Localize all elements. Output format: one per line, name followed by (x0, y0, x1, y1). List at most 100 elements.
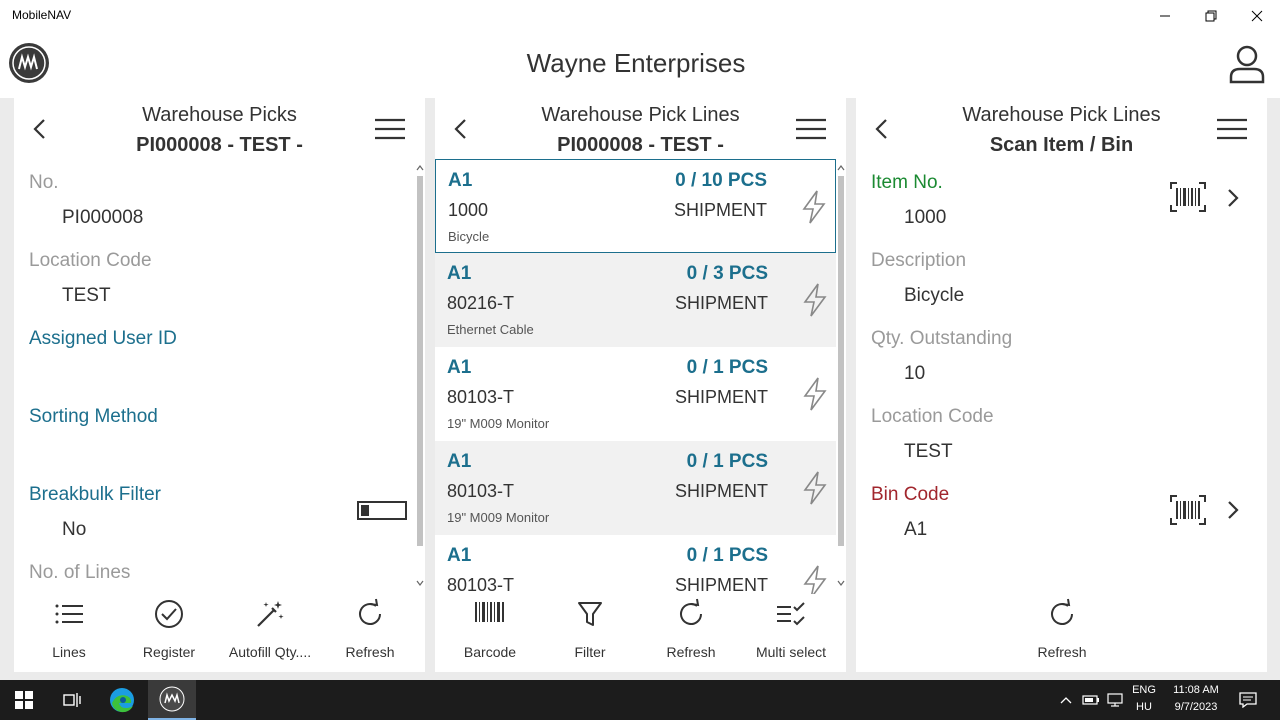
panel-subtitle: PI000008 - TEST - (136, 134, 303, 156)
breakbulk-toggle[interactable] (357, 501, 407, 520)
item-chevron-right-icon[interactable] (1226, 188, 1240, 208)
right-refresh-button[interactable]: Refresh (1012, 594, 1112, 672)
filter-button-label: Filter (574, 644, 606, 660)
scroll-down-icon[interactable] (837, 578, 845, 588)
left-refresh-button[interactable]: Refresh (320, 594, 420, 672)
bin-code-value[interactable]: A1 (904, 519, 927, 541)
item-no-value[interactable]: 1000 (904, 207, 946, 229)
qty-outstanding-value: 10 (904, 363, 926, 384)
scroll-down-icon[interactable] (416, 578, 424, 588)
pick-line-row[interactable]: A1 0 / 1 PCS 80103-T SHIPMENT 19" M009 M… (435, 441, 836, 535)
register-button[interactable]: Register (119, 594, 219, 672)
location-code-label: Location Code (871, 406, 994, 427)
panel-title: Warehouse Pick Lines (541, 104, 740, 126)
close-icon (1251, 10, 1263, 22)
line-item-no: 80103-T (447, 387, 515, 407)
line-bin: A1 (448, 170, 473, 191)
assigned-user-id-field[interactable]: Assigned User ID (29, 328, 177, 350)
line-type: SHIPMENT (673, 200, 767, 220)
windows-logo-icon (15, 691, 33, 709)
breakbulk-filter-label: Breakbulk Filter (29, 484, 161, 505)
user-account-icon[interactable] (1228, 44, 1266, 84)
language-indicator[interactable]: ENG HU (1128, 684, 1160, 713)
mobilenav-taskbar-button[interactable] (148, 680, 196, 720)
scan-barcode-icon[interactable] (1170, 182, 1206, 212)
description-value: Bicycle (904, 285, 965, 306)
panel-title: Warehouse Pick Lines (962, 104, 1161, 126)
register-button-label: Register (142, 644, 196, 660)
task-view-icon (63, 693, 81, 707)
lightning-icon[interactable] (801, 190, 827, 224)
restore-button[interactable] (1188, 0, 1234, 32)
location-code-label: Location Code (29, 250, 152, 271)
panel-title: Warehouse Picks (142, 104, 297, 126)
battery-tray-icon-button[interactable] (1080, 680, 1102, 720)
notification-center-button[interactable] (1234, 680, 1262, 720)
autofill-qty-button-label: Autofill Qty.... (228, 644, 312, 660)
middle-refresh-button[interactable]: Refresh (641, 594, 741, 672)
sorting-method-field[interactable]: Sorting Method (29, 406, 158, 428)
left-toolbar: Lines Register Autofill Qty.... Refresh (14, 594, 425, 672)
panel-header: Warehouse Pick Lines Scan Item / Bin (856, 98, 1267, 158)
hamburger-menu-icon[interactable] (375, 118, 405, 140)
bin-chevron-right-icon[interactable] (1226, 500, 1240, 520)
pick-lines-list: A1 0 / 10 PCS 1000 SHIPMENT Bicycle A1 0… (435, 159, 836, 594)
window-titlebar: MobileNAV (0, 0, 1280, 32)
line-description: Bicycle (448, 229, 490, 244)
barcode-button[interactable]: Barcode (440, 594, 540, 672)
line-qty: 0 / 1 PCS (686, 545, 768, 566)
lightning-icon[interactable] (802, 283, 828, 317)
middle-toolbar: Barcode Filter Refresh Multi select (435, 594, 846, 672)
lightning-icon[interactable] (802, 565, 828, 594)
lightning-icon[interactable] (802, 377, 828, 411)
clock[interactable]: 11:08 AM 9/7/2023 (1164, 684, 1228, 713)
multi-select-button[interactable]: Multi select (741, 594, 841, 672)
scan-item-bin-panel: Warehouse Pick Lines Scan Item / Bin Ite… (856, 98, 1267, 672)
scroll-thumb[interactable] (417, 176, 423, 546)
edge-browser-button[interactable] (100, 680, 144, 720)
refresh-icon (680, 598, 702, 625)
lines-button[interactable]: Lines (19, 594, 119, 672)
location-code-value: TEST (62, 285, 111, 306)
pick-line-row[interactable]: A1 0 / 3 PCS 80216-T SHIPMENT Ethernet C… (435, 253, 836, 347)
line-type: SHIPMENT (674, 481, 768, 501)
pick-line-row[interactable]: A1 0 / 1 PCS 80103-T SHIPMENT 19" M009 M… (435, 347, 836, 441)
scroll-thumb[interactable] (838, 176, 844, 546)
back-chevron-icon[interactable] (451, 118, 471, 140)
check-circle-icon (155, 600, 183, 628)
scroll-up-icon[interactable] (416, 162, 424, 172)
middle-refresh-label: Refresh (666, 644, 716, 660)
description-label: Description (871, 250, 967, 271)
scan-barcode-icon[interactable] (1170, 495, 1206, 525)
tray-overflow-button[interactable] (1056, 680, 1076, 720)
line-description: Ethernet Cable (447, 322, 534, 337)
multi-select-icon (777, 602, 805, 626)
pick-line-row[interactable]: A1 0 / 1 PCS 80103-T SHIPMENT (435, 535, 836, 594)
clock-time: 11:08 AM (1173, 684, 1219, 696)
left-scrollbar[interactable] (416, 162, 424, 592)
line-bin: A1 (447, 545, 472, 566)
back-chevron-icon[interactable] (30, 118, 50, 140)
hamburger-menu-icon[interactable] (796, 118, 826, 140)
scroll-up-icon[interactable] (837, 162, 845, 172)
line-bin: A1 (447, 451, 472, 472)
hamburger-menu-icon[interactable] (1217, 118, 1247, 140)
minimize-icon (1160, 15, 1170, 17)
refresh-icon (1051, 598, 1073, 625)
autofill-qty-button[interactable]: Autofill Qty.... (220, 594, 320, 672)
start-button[interactable] (2, 680, 46, 720)
line-bin: A1 (447, 263, 472, 284)
lightning-icon[interactable] (802, 471, 828, 505)
line-qty: 0 / 1 PCS (686, 357, 768, 378)
pick-line-row[interactable]: A1 0 / 10 PCS 1000 SHIPMENT Bicycle (435, 159, 836, 253)
task-view-button[interactable] (50, 680, 94, 720)
filter-button[interactable]: Filter (540, 594, 640, 672)
back-chevron-icon[interactable] (872, 118, 892, 140)
middle-scrollbar[interactable] (837, 162, 845, 592)
qty-outstanding-label: Qty. Outstanding (871, 328, 1013, 349)
line-item-no: 80103-T (447, 575, 515, 594)
network-tray-button[interactable] (1104, 680, 1126, 720)
minimize-button[interactable] (1142, 0, 1188, 32)
company-name: Wayne Enterprises (526, 48, 746, 78)
close-button[interactable] (1234, 0, 1280, 32)
